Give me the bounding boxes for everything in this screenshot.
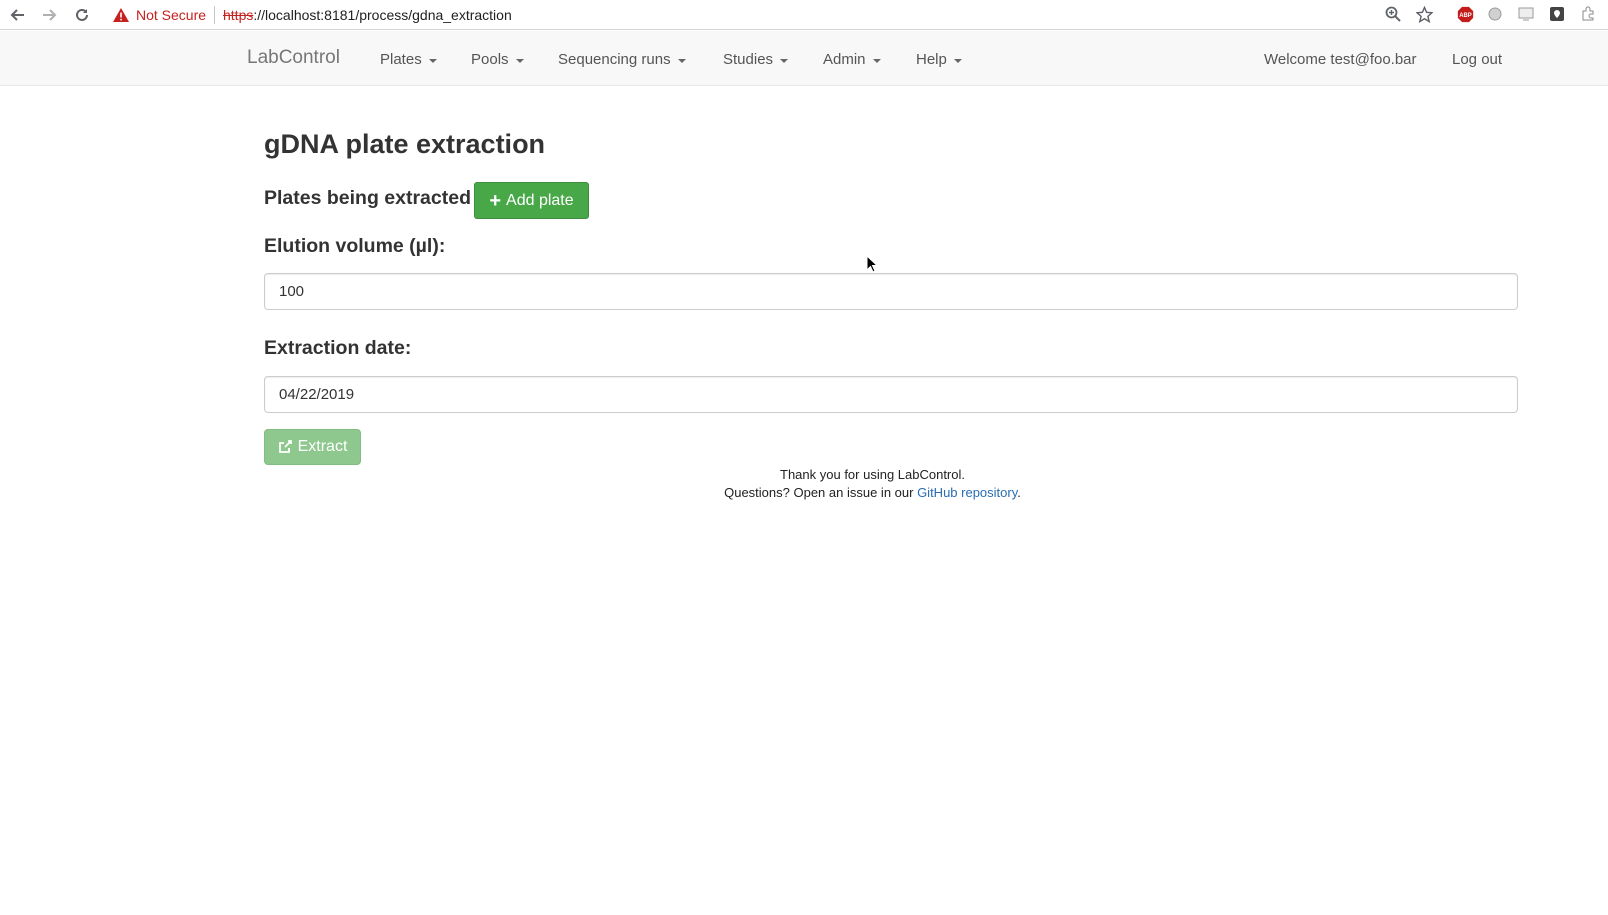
nav-menu-pools[interactable]: Pools	[471, 50, 524, 70]
back-arrow-icon[interactable]	[7, 4, 29, 26]
elution-volume-input[interactable]	[264, 273, 1518, 310]
browser-toolbar: Not Secure https://localhost:8181/proces…	[0, 0, 1608, 30]
adblock-icon[interactable]: ABP	[1455, 4, 1475, 24]
nav-menu-label: Help	[916, 51, 947, 68]
nav-menu-label: Admin	[823, 51, 866, 68]
caret-down-icon	[953, 59, 962, 63]
share-icon	[278, 440, 292, 453]
plates-section-label: Plates being extracted	[264, 187, 471, 209]
nav-menu-plates[interactable]: Plates	[380, 50, 437, 70]
footer-questions-text: Questions? Open an issue in our	[724, 485, 918, 500]
footer-questions: Questions? Open an issue in our GitHub r…	[0, 484, 1608, 502]
page-title: gDNA plate extraction	[264, 129, 546, 159]
url-scheme: https	[223, 7, 254, 23]
warning-triangle-icon	[113, 8, 129, 22]
extract-button[interactable]: Extract	[264, 429, 361, 465]
security-label: Not Secure	[136, 7, 207, 23]
address-bar[interactable]: https://localhost:8181/process/gdna_extr…	[223, 5, 512, 25]
caret-down-icon	[515, 59, 524, 63]
app-navbar: LabControl Plates Pools Sequencing runs …	[0, 31, 1608, 86]
nav-menu-label: Sequencing runs	[558, 51, 671, 68]
extension-circle-icon[interactable]	[1485, 4, 1505, 24]
footer-period: .	[1017, 485, 1021, 500]
add-plate-label: Add plate	[506, 191, 574, 209]
caret-down-icon	[677, 59, 686, 63]
welcome-user[interactable]: Welcome test@foo.bar	[1264, 50, 1417, 70]
extension-pin-icon[interactable]	[1547, 4, 1567, 24]
elution-volume-label: Elution volume (µl):	[264, 235, 446, 257]
svg-text:ABP: ABP	[1459, 13, 1472, 19]
nav-menu-admin[interactable]: Admin	[823, 50, 881, 70]
logout-link[interactable]: Log out	[1452, 50, 1502, 70]
nav-menu-studies[interactable]: Studies	[723, 50, 789, 70]
nav-menu-label: Pools	[471, 51, 509, 68]
url-separator	[214, 6, 215, 24]
mouse-cursor-icon	[866, 255, 878, 273]
nav-menu-help[interactable]: Help	[916, 50, 962, 70]
star-icon[interactable]	[1414, 4, 1434, 24]
extract-label: Extract	[297, 438, 348, 455]
nav-menu-sequencing-runs[interactable]: Sequencing runs	[558, 50, 686, 70]
zoom-icon[interactable]	[1383, 4, 1403, 24]
nav-menu-label: Plates	[380, 51, 422, 68]
reload-icon[interactable]	[71, 4, 93, 26]
brand-logo[interactable]: LabControl	[247, 47, 340, 69]
footer-thanks: Thank you for using LabControl.	[780, 467, 965, 482]
caret-down-icon	[428, 59, 437, 63]
caret-down-icon	[780, 59, 789, 63]
nav-menu-label: Studies	[723, 51, 774, 68]
plus-icon: +	[489, 189, 502, 212]
extraction-date-label: Extraction date:	[264, 337, 412, 359]
extension-screen-icon[interactable]	[1516, 4, 1536, 24]
add-plate-button[interactable]: + Add plate	[474, 182, 589, 219]
url-path: ://localhost:8181/process/gdna_extractio…	[253, 7, 512, 23]
extraction-date-input[interactable]	[264, 376, 1518, 413]
footer: Thank you for using LabControl. Question…	[0, 466, 1608, 502]
security-indicator[interactable]: Not Secure	[113, 4, 206, 26]
forward-arrow-icon[interactable]	[38, 4, 60, 26]
caret-down-icon	[872, 59, 881, 63]
github-repository-link[interactable]: GitHub repository	[917, 485, 1017, 500]
extension-puzzle-icon[interactable]	[1578, 4, 1598, 24]
